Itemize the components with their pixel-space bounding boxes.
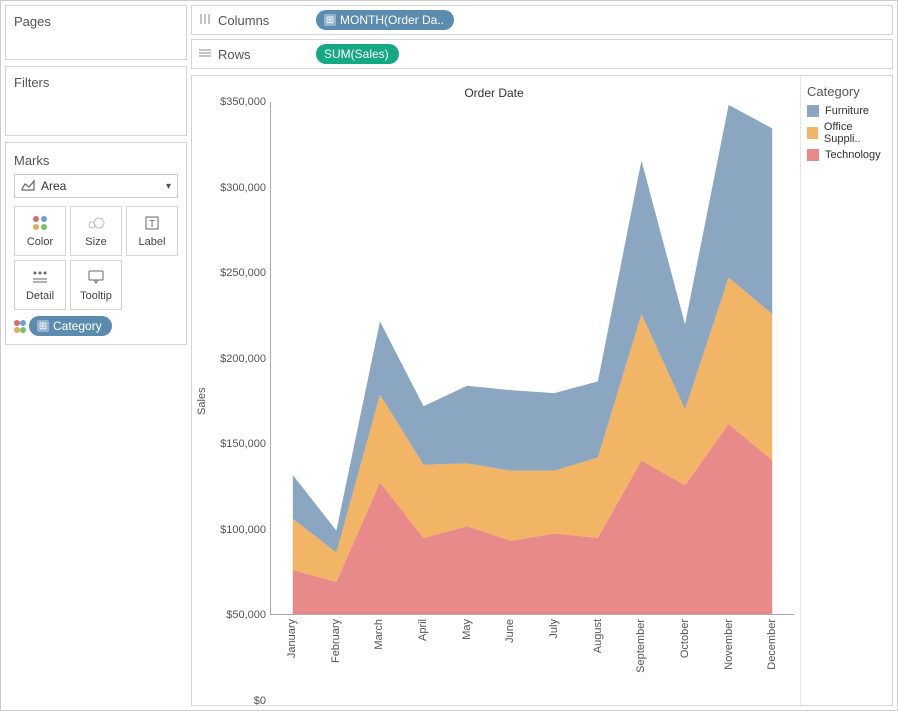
main-area: Columns ⊞ MONTH(Order Da.. Rows SUM(Sale… — [191, 1, 897, 710]
mark-type-label: Area — [41, 179, 66, 193]
label-button[interactable]: T Label — [126, 206, 178, 256]
color-dots-small-icon — [14, 320, 25, 333]
columns-pill-label: MONTH(Order Da.. — [340, 13, 444, 27]
chart-container: Order Date Sales $0 $50,000 $100,000 $150,0… — [192, 76, 800, 705]
x-tick: September — [635, 619, 647, 673]
chart-title: Order Date — [194, 86, 794, 100]
columns-pill[interactable]: ⊞ MONTH(Order Da.. — [316, 10, 454, 30]
x-axis: January February March April May June July Augu… — [270, 615, 794, 701]
x-tick: January — [286, 619, 298, 658]
x-tick: March — [373, 619, 385, 650]
expand-icon: ⊞ — [37, 320, 49, 332]
size-icon — [87, 214, 105, 232]
y-axis: $0$50,000$100,000$150,000$200,000$250,00… — [210, 102, 270, 701]
plot-and-x: January February March April May June July Augu… — [270, 102, 794, 701]
x-tick: December — [766, 619, 778, 670]
color-button[interactable]: Color — [14, 206, 66, 256]
y-tick: $350,000 — [220, 96, 266, 108]
marks-buttons-grid: Color Size T Label Detail Tooltip — [14, 206, 178, 310]
y-tick: $100,000 — [220, 524, 266, 536]
viz-area: Order Date Sales $0 $50,000 $100,000 $150,0… — [191, 75, 893, 706]
y-tick: $150,000 — [220, 438, 266, 450]
legend-label-technology: Technology — [825, 149, 881, 161]
x-tick: July — [548, 619, 560, 639]
legend-item-furniture[interactable]: Furniture — [807, 105, 886, 117]
filters-title: Filters — [14, 73, 178, 96]
app-root: Pages Filters Marks Area ▾ Color — [0, 0, 898, 711]
columns-icon — [198, 13, 212, 28]
left-sidebar: Pages Filters Marks Area ▾ Color — [1, 1, 191, 710]
x-tick: August — [592, 619, 604, 653]
mark-type-select[interactable]: Area ▾ — [14, 174, 178, 198]
y-tick: $250,000 — [220, 267, 266, 279]
rows-pill[interactable]: SUM(Sales) — [316, 44, 399, 64]
marks-color-shelf-row: ⊞ Category — [14, 316, 178, 336]
columns-shelf-label: Columns — [198, 13, 308, 28]
tooltip-label: Tooltip — [80, 290, 112, 302]
legend-swatch-furniture — [807, 105, 819, 117]
color-label: Color — [27, 236, 53, 248]
label-icon: T — [144, 214, 160, 232]
pages-panel[interactable]: Pages — [5, 5, 187, 60]
y-tick: $300,000 — [220, 182, 266, 194]
label-label: Label — [139, 236, 166, 248]
legend-swatch-technology — [807, 149, 819, 161]
detail-button[interactable]: Detail — [14, 260, 66, 310]
area-icon — [21, 179, 35, 194]
size-label: Size — [85, 236, 106, 248]
rows-pill-label: SUM(Sales) — [324, 47, 389, 61]
y-axis-label: Sales — [194, 102, 210, 701]
color-icon — [33, 214, 47, 232]
chart-body: Sales $0$50,000$100,000$150,000$200,000$… — [194, 102, 794, 701]
y-tick: $50,000 — [226, 609, 266, 621]
chevron-down-icon: ▾ — [166, 181, 171, 192]
x-tick: October — [679, 619, 691, 658]
x-tick: February — [330, 619, 342, 663]
size-button[interactable]: Size — [70, 206, 122, 256]
plot-area[interactable] — [270, 102, 794, 615]
category-pill-label: Category — [53, 319, 102, 333]
rows-shelf[interactable]: Rows SUM(Sales) — [191, 39, 893, 69]
filters-panel[interactable]: Filters — [5, 66, 187, 136]
x-tick: June — [504, 619, 516, 643]
svg-text:T: T — [149, 219, 155, 230]
detail-icon — [32, 268, 48, 286]
category-pill[interactable]: ⊞ Category — [29, 316, 112, 336]
y-tick: $0 — [254, 695, 266, 706]
legend-panel: Category Furniture Office Suppli.. Techn… — [800, 76, 892, 705]
rows-icon — [198, 47, 212, 62]
x-tick: May — [461, 619, 473, 640]
tooltip-button[interactable]: Tooltip — [70, 260, 122, 310]
legend-item-office[interactable]: Office Suppli.. — [807, 121, 886, 145]
legend-swatch-office — [807, 127, 818, 139]
rows-text: Rows — [218, 47, 251, 62]
tooltip-icon — [88, 268, 104, 286]
y-tick: $200,000 — [220, 353, 266, 365]
x-tick: April — [417, 619, 429, 641]
detail-label: Detail — [26, 290, 54, 302]
columns-text: Columns — [218, 13, 269, 28]
rows-shelf-label: Rows — [198, 47, 308, 62]
marks-panel: Marks Area ▾ Color Size — [5, 142, 187, 345]
legend-label-furniture: Furniture — [825, 105, 869, 117]
legend-label-office: Office Suppli.. — [824, 121, 886, 145]
legend-item-technology[interactable]: Technology — [807, 149, 886, 161]
x-tick: November — [723, 619, 735, 670]
pages-title: Pages — [14, 12, 178, 35]
legend-title: Category — [807, 84, 886, 99]
expand-icon: ⊞ — [324, 14, 336, 26]
marks-title: Marks — [14, 151, 178, 174]
columns-shelf[interactable]: Columns ⊞ MONTH(Order Da.. — [191, 5, 893, 35]
